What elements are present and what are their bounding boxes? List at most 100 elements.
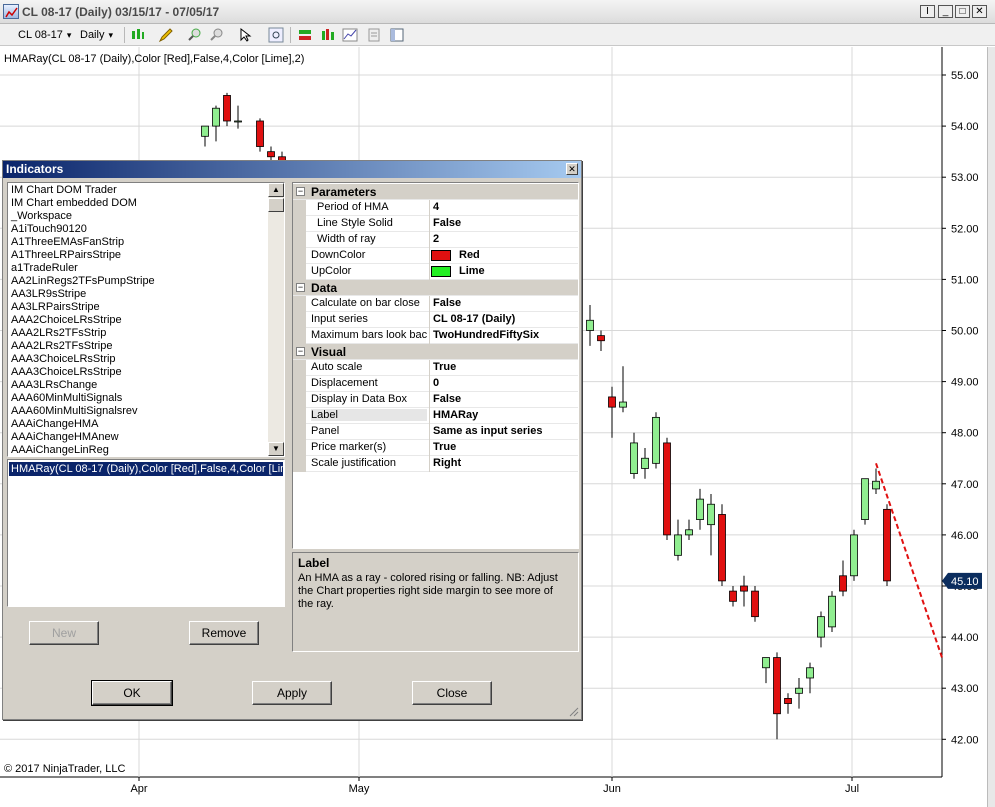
property-value[interactable]: False bbox=[433, 393, 461, 405]
drawing-pencil-icon[interactable] bbox=[158, 27, 174, 43]
indicator-list-item[interactable]: A1iTouch90120 bbox=[11, 223, 87, 236]
property-row[interactable]: Line Style Solid False bbox=[293, 216, 578, 232]
property-grid[interactable]: − Parameters Period of HMA 4 Line Style Soli… bbox=[292, 182, 579, 549]
property-value[interactable]: True bbox=[433, 361, 456, 373]
property-row[interactable]: Display in Data Box False bbox=[293, 392, 578, 408]
strategies-icon[interactable] bbox=[342, 27, 358, 43]
property-row[interactable]: Displacement 0 bbox=[293, 376, 578, 392]
resize-grip-icon[interactable] bbox=[567, 705, 579, 717]
property-category[interactable]: − Data bbox=[293, 280, 578, 296]
indicator-list-item[interactable]: AAA60MinMultiSignals bbox=[11, 392, 122, 405]
indicator-list-item[interactable]: AAA2ChoiceLRsStripe bbox=[11, 314, 122, 327]
zoom-in-icon[interactable] bbox=[186, 27, 202, 43]
indicator-list-item[interactable]: A1ThreeEMAsFanStrip bbox=[11, 236, 124, 249]
collapse-icon[interactable]: − bbox=[296, 347, 305, 356]
property-row[interactable]: Scale justification Right bbox=[293, 456, 578, 472]
indicator-list-item[interactable]: AAA2LRs2TFsStrip bbox=[11, 327, 106, 340]
indicator-list-item[interactable]: AA2LinRegs2TFsPumpStripe bbox=[11, 275, 155, 288]
property-row[interactable]: Price marker(s) True bbox=[293, 440, 578, 456]
property-row[interactable]: DownColor Red bbox=[293, 248, 578, 264]
property-row[interactable]: UpColor Lime bbox=[293, 264, 578, 280]
property-name: Input series bbox=[311, 313, 368, 325]
property-value[interactable]: Lime bbox=[459, 265, 485, 277]
property-value[interactable]: 2 bbox=[433, 233, 439, 245]
property-row[interactable]: Label HMARay bbox=[293, 408, 578, 424]
cursor-icon[interactable] bbox=[238, 27, 254, 43]
maximize-button[interactable]: □ bbox=[955, 5, 970, 18]
indicator-list-item[interactable]: IM Chart embedded DOM bbox=[11, 197, 137, 210]
indicator-list-item[interactable]: _Workspace bbox=[11, 210, 72, 223]
bar-type-icon[interactable] bbox=[130, 27, 146, 43]
scroll-thumb[interactable] bbox=[268, 198, 284, 212]
property-value[interactable]: CL 08-17 (Daily) bbox=[433, 313, 515, 325]
remove-button[interactable]: Remove bbox=[189, 621, 259, 645]
close-button[interactable]: Close bbox=[412, 681, 492, 705]
indicator-list-item[interactable]: AAA60MinMultiSignalsrev bbox=[11, 405, 138, 418]
indicator-list-item[interactable]: AAAiChangeLinReg bbox=[11, 444, 109, 456]
interval-selector[interactable]: Daily bbox=[80, 27, 113, 43]
row-gutter bbox=[293, 328, 306, 344]
toolbar-separator bbox=[124, 27, 125, 43]
chart-app-icon bbox=[3, 4, 19, 19]
magnifier-icon[interactable] bbox=[268, 27, 284, 43]
indicator-list-item[interactable]: a1TradeRuler bbox=[11, 262, 78, 275]
scroll-down-arrow-icon[interactable]: ▼ bbox=[268, 442, 284, 456]
indicator-list-item[interactable]: A1ThreeLRPairsStripe bbox=[11, 249, 121, 262]
collapse-icon[interactable]: − bbox=[296, 283, 305, 292]
indicator-list-item[interactable]: AAA2LRs2TFsStripe bbox=[11, 340, 112, 353]
applied-indicators-list[interactable]: HMARay(CL 08-17 (Daily),Color [Red],Fals… bbox=[7, 459, 285, 607]
collapse-icon[interactable]: − bbox=[296, 187, 305, 196]
price-axis-label: 44.00 bbox=[951, 632, 979, 644]
apply-button[interactable]: Apply bbox=[252, 681, 332, 705]
indicator-list-item[interactable]: AAA3ChoiceLRsStripe bbox=[11, 366, 122, 379]
indicator-list-item[interactable]: AAAiChangeHMA bbox=[11, 418, 98, 431]
property-row[interactable]: Calculate on bar close False bbox=[293, 296, 578, 312]
indicator-list-item[interactable]: AAA3LRsChange bbox=[11, 379, 97, 392]
property-row[interactable]: Input series CL 08-17 (Daily) bbox=[293, 312, 578, 328]
new-button[interactable]: New bbox=[29, 621, 99, 645]
property-value[interactable]: False bbox=[433, 297, 461, 309]
property-row[interactable]: Auto scale True bbox=[293, 360, 578, 376]
ok-button[interactable]: OK bbox=[91, 680, 173, 706]
data-box-icon[interactable] bbox=[366, 27, 382, 43]
zoom-out-icon[interactable] bbox=[208, 27, 224, 43]
property-value[interactable]: HMARay bbox=[433, 409, 478, 421]
property-value[interactable]: 4 bbox=[433, 201, 439, 213]
color-swatch[interactable] bbox=[431, 266, 451, 277]
property-value[interactable]: TwoHundredFiftySix bbox=[433, 329, 539, 341]
property-row[interactable]: Maximum bars look bac TwoHundredFiftySix bbox=[293, 328, 578, 344]
indicator-list-item[interactable]: AA3LR9sStripe bbox=[11, 288, 86, 301]
property-value[interactable]: Same as input series bbox=[433, 425, 542, 437]
property-row[interactable]: Panel Same as input series bbox=[293, 424, 578, 440]
chart-right-scrollbar[interactable] bbox=[987, 47, 995, 807]
candle-body bbox=[850, 534, 858, 577]
property-value[interactable]: 0 bbox=[433, 377, 439, 389]
property-category[interactable]: − Visual bbox=[293, 344, 578, 360]
indicator-list-item[interactable]: AA3LRPairsStripe bbox=[11, 301, 100, 314]
indicator-list[interactable]: IM Chart DOM Trader IM Chart embedded DOM… bbox=[7, 182, 285, 457]
indicator-list-item[interactable]: AAA3ChoiceLRsStrip bbox=[11, 353, 116, 366]
dialog-title: Indicators bbox=[3, 161, 581, 178]
order-entry-icon[interactable] bbox=[297, 27, 313, 43]
indicator-list-item[interactable]: IM Chart DOM Trader bbox=[11, 184, 117, 197]
property-value[interactable]: False bbox=[433, 217, 461, 229]
close-window-button[interactable]: ✕ bbox=[972, 5, 987, 18]
indicators-icon[interactable] bbox=[320, 27, 336, 43]
applied-indicator-item[interactable]: HMARay(CL 08-17 (Daily),Color [Red],Fals… bbox=[9, 462, 283, 476]
property-category[interactable]: − Parameters bbox=[293, 184, 578, 200]
indicator-list-scrollbar[interactable]: ▲ ▼ bbox=[268, 183, 284, 456]
properties-icon[interactable] bbox=[389, 27, 405, 43]
scroll-up-arrow-icon[interactable]: ▲ bbox=[268, 183, 284, 197]
dialog-close-button[interactable]: ✕ bbox=[566, 163, 578, 175]
link-icon[interactable]: I bbox=[920, 5, 935, 18]
instrument-selector[interactable]: CL 08-17 bbox=[18, 27, 71, 43]
color-swatch[interactable] bbox=[431, 250, 451, 261]
property-value[interactable]: Right bbox=[433, 457, 461, 469]
current-price-label: 45.10 bbox=[951, 576, 979, 588]
minimize-button[interactable]: _ bbox=[938, 5, 953, 18]
property-row[interactable]: Width of ray 2 bbox=[293, 232, 578, 248]
indicator-list-item[interactable]: AAAiChangeHMAnew bbox=[11, 431, 119, 444]
property-value[interactable]: Red bbox=[459, 249, 480, 261]
property-row[interactable]: Period of HMA 4 bbox=[293, 200, 578, 216]
property-value[interactable]: True bbox=[433, 441, 456, 453]
